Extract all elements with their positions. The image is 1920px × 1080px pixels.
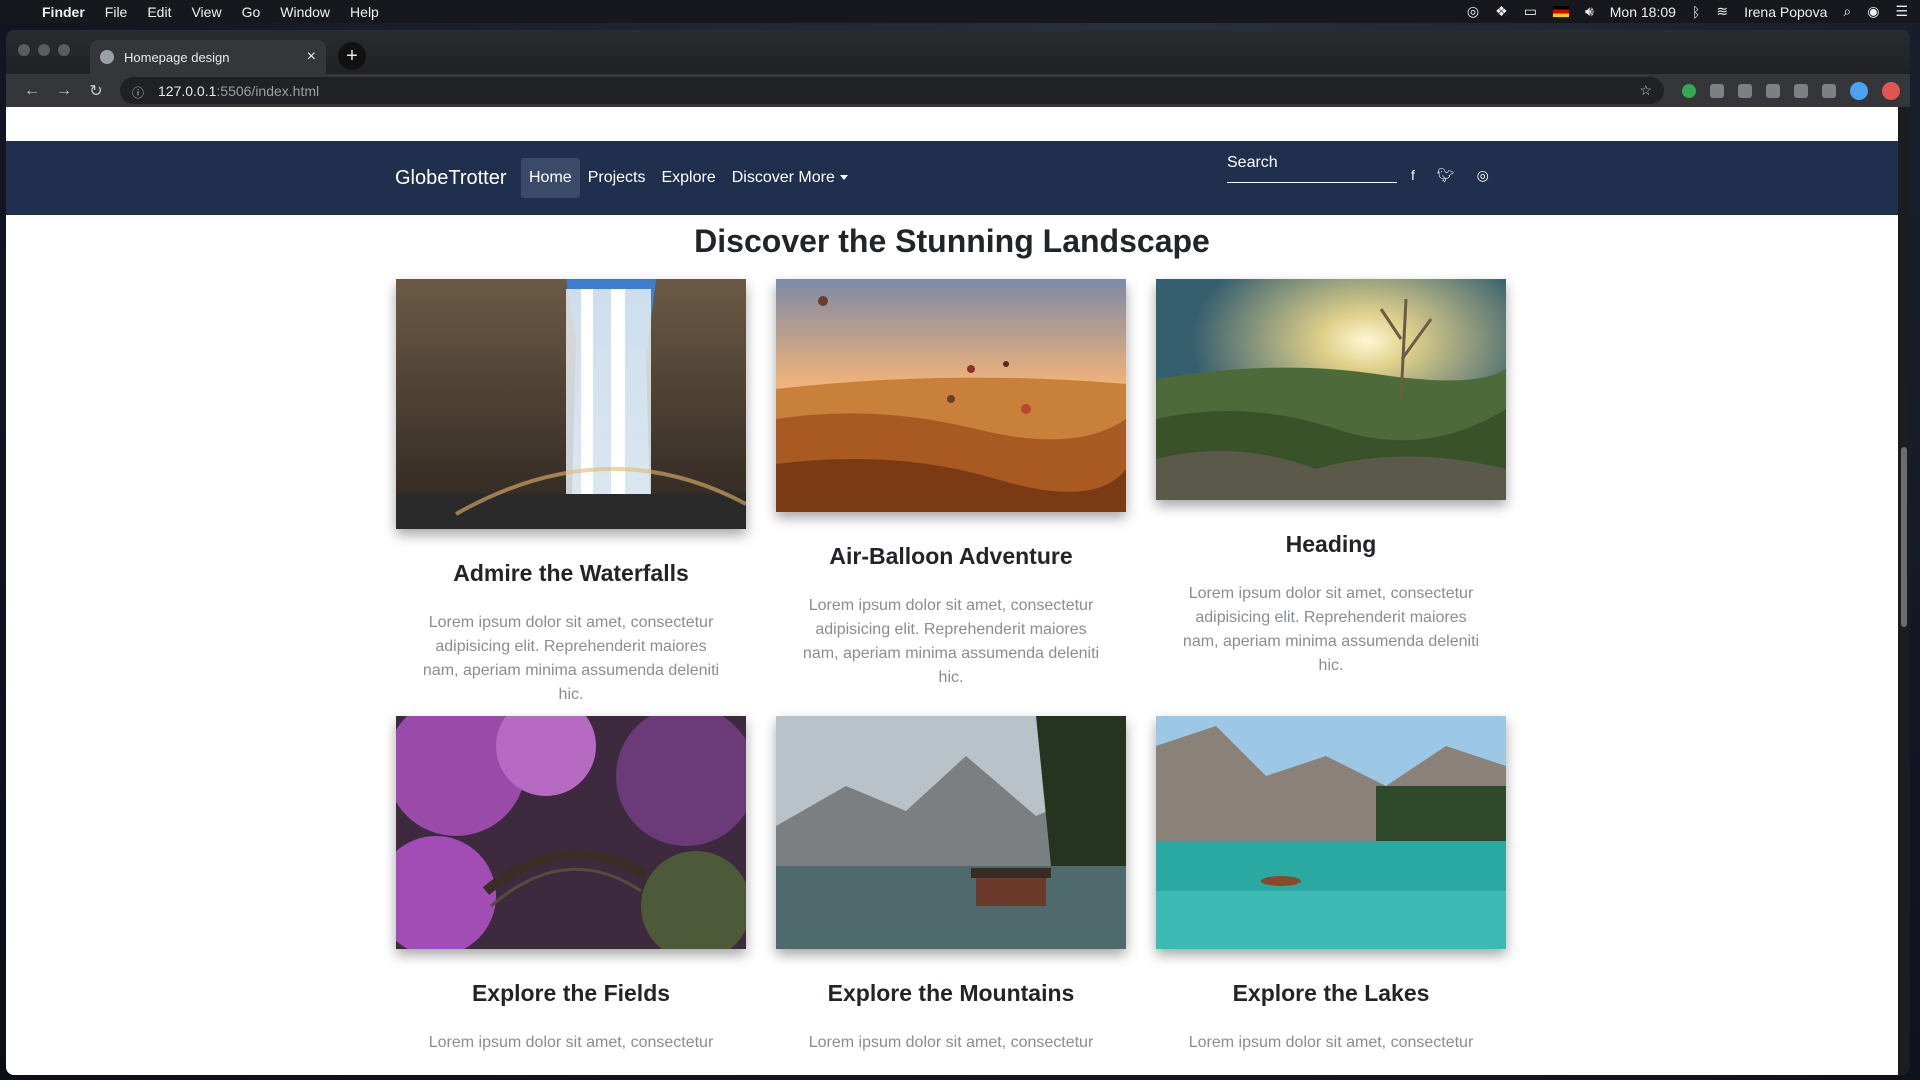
card-text: Lorem ipsum dolor sit amet, consectetur … — [1182, 585, 1480, 674]
back-icon[interactable]: ← — [16, 82, 48, 100]
scrollbar-thumb[interactable] — [1901, 447, 1907, 627]
browser-window: Homepage design × + ← → ↻ ⓘ 127.0.0.1 :5… — [6, 30, 1910, 1075]
card-mountains: Explore the Mountains Lorem ipsum dolor … — [776, 716, 1126, 1055]
zoom-window-button[interactable] — [58, 44, 70, 56]
bluetooth-icon[interactable]: ᛒ — [1692, 4, 1700, 20]
card-title: Admire the Waterfalls — [453, 560, 689, 586]
card-text: Lorem ipsum dolor sit amet, consectetur … — [802, 597, 1100, 686]
extension-green-icon[interactable] — [1682, 83, 1696, 98]
extension-notion-icon[interactable] — [1766, 83, 1780, 98]
turquoise-lake-image — [1156, 716, 1506, 949]
window-controls — [18, 44, 70, 56]
card-text: Lorem ipsum dolor sit amet, consectetur — [428, 1034, 714, 1051]
page-viewport: GlobeTrotter Home Projects Explore Disco… — [6, 107, 1898, 1075]
extensions-area — [1682, 81, 1900, 100]
user-name[interactable]: Irena Popova — [1744, 4, 1827, 20]
siri-icon[interactable]: ◉ — [1867, 3, 1879, 20]
facebook-icon[interactable]: f — [1411, 167, 1415, 184]
nav-discover-label: Discover More — [731, 169, 835, 186]
card-title: Air-Balloon Adventure — [829, 543, 1073, 569]
nav-discover-more[interactable]: Discover More — [724, 158, 856, 198]
waterfall-image — [396, 279, 747, 529]
menu-help[interactable]: Help — [350, 4, 379, 20]
nav-explore[interactable]: Explore — [653, 158, 723, 198]
clock[interactable]: Mon 18:09 — [1610, 4, 1676, 20]
card-title: Heading — [1285, 531, 1377, 557]
battery-icon[interactable]: ▭ — [1524, 3, 1537, 20]
card-title: Explore the Mountains — [827, 980, 1075, 1006]
nav-home[interactable]: Home — [521, 158, 580, 198]
tab-homepage-design[interactable]: Homepage design × — [90, 40, 326, 74]
card-text: Lorem ipsum dolor sit amet, consectetur — [1188, 1034, 1474, 1051]
close-window-button[interactable] — [18, 44, 30, 56]
card-text: Lorem ipsum dolor sit amet, consectetur … — [422, 614, 720, 703]
tab-strip: Homepage design × + — [6, 30, 1910, 74]
menu-go[interactable]: Go — [242, 4, 261, 20]
menu-view[interactable]: View — [191, 4, 221, 20]
globe-icon — [100, 50, 114, 64]
browser-toolbar: ← → ↻ ⓘ 127.0.0.1 :5506/index.html ☆ — [6, 74, 1910, 107]
url-host: 127.0.0.1 — [158, 82, 217, 99]
card-lakes: Explore the Lakes Lorem ipsum dolor sit … — [1156, 716, 1506, 1055]
site-navbar: GlobeTrotter Home Projects Explore Disco… — [6, 141, 1898, 215]
valley-sunrise-image — [1156, 279, 1506, 500]
profile-avatar-icon[interactable] — [1882, 81, 1900, 100]
extension-a-icon[interactable] — [1738, 83, 1752, 98]
info-icon[interactable]: ⓘ — [132, 84, 152, 100]
page-title: Discover the Stunning Landscape — [694, 223, 1210, 259]
social-icons: f 🐦︎ ◎ — [1411, 167, 1489, 184]
dropdown-caret-icon — [839, 175, 848, 181]
extension-react-icon[interactable] — [1710, 83, 1724, 98]
wifi-icon[interactable]: ≋ — [1716, 3, 1728, 20]
air-balloon-image — [776, 279, 1126, 512]
bookmark-star-icon[interactable]: ☆ — [1639, 82, 1652, 99]
page-scrollbar[interactable] — [1898, 107, 1910, 1075]
brand-logo[interactable]: GlobeTrotter — [395, 167, 507, 190]
tab-title: Homepage design — [124, 49, 230, 65]
card-fields: Explore the Fields Lorem ipsum dolor sit… — [376, 696, 756, 1055]
spotlight-search-icon[interactable]: ⌕ — [1843, 3, 1851, 20]
extension-blue-icon[interactable] — [1850, 81, 1868, 100]
mountain-lake-image — [776, 716, 1126, 949]
minimize-window-button[interactable] — [38, 44, 50, 56]
url-path: :5506/index.html — [216, 82, 320, 99]
purple-garden-image — [376, 696, 756, 961]
nav-links: Home Projects Explore Discover More — [521, 158, 856, 198]
search-input[interactable]: Search — [1227, 151, 1397, 183]
german-flag-icon[interactable] — [1552, 4, 1569, 20]
reload-icon[interactable]: ↻ — [80, 81, 112, 101]
card-air-balloon: Air-Balloon Adventure Lorem ipsum dolor … — [776, 279, 1126, 690]
card-title: Explore the Lakes — [1232, 980, 1430, 1006]
close-tab-icon[interactable]: × — [307, 48, 316, 66]
notification-center-icon[interactable]: ☰ — [1895, 3, 1908, 20]
instagram-icon[interactable]: ◎ — [1477, 167, 1489, 184]
new-tab-button[interactable]: + — [338, 42, 366, 70]
card-heading: Heading Lorem ipsum dolor sit amet, cons… — [1156, 279, 1506, 678]
forward-icon[interactable]: → — [48, 82, 80, 100]
card-title: Explore the Fields — [471, 980, 671, 1006]
card-waterfalls: Admire the Waterfalls Lorem ipsum dolor … — [396, 279, 747, 707]
twitter-icon[interactable]: 🐦︎ — [1437, 167, 1455, 184]
dropbox-icon[interactable]: ❖ — [1495, 3, 1508, 20]
extension-sync-icon[interactable] — [1822, 83, 1836, 98]
menu-window[interactable]: Window — [280, 4, 330, 20]
menu-app-finder[interactable]: Finder — [42, 4, 85, 20]
menu-file[interactable]: File — [105, 4, 128, 20]
menu-edit[interactable]: Edit — [147, 4, 171, 20]
creative-cloud-icon[interactable]: ◎ — [1467, 3, 1479, 20]
volume-icon[interactable]: 🔊︎ — [1585, 3, 1594, 20]
extension-bulb-icon[interactable] — [1794, 83, 1808, 98]
address-bar[interactable]: ⓘ 127.0.0.1 :5506/index.html ☆ — [120, 77, 1664, 104]
card-text: Lorem ipsum dolor sit amet, consectetur — [808, 1034, 1094, 1051]
macos-menubar: Finder File Edit View Go Window Help ◎ ❖… — [0, 0, 1920, 23]
nav-projects[interactable]: Projects — [580, 158, 654, 198]
